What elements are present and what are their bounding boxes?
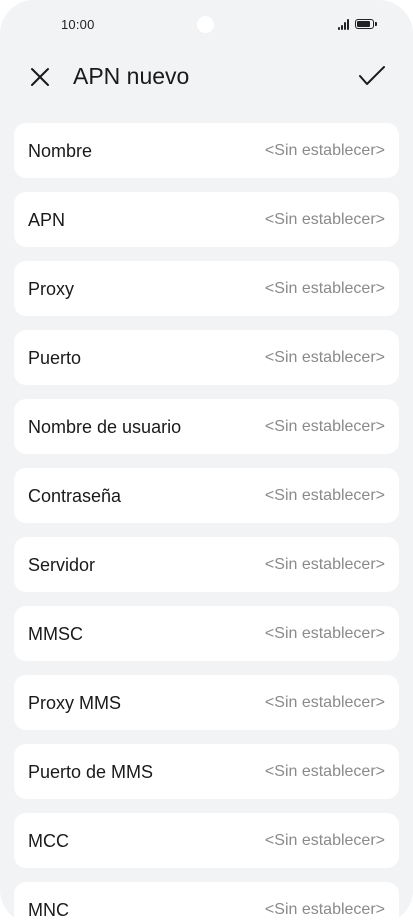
field-label: MMSC: [28, 624, 83, 644]
status-time: 10:00: [61, 17, 95, 32]
field-value: <Sin establecer>: [264, 487, 385, 504]
apn-settings-list: Nombre <Sin establecer> APN <Sin estable…: [14, 123, 399, 924]
field-value: <Sin establecer>: [264, 763, 385, 780]
field-value: <Sin establecer>: [264, 211, 385, 228]
field-row-mnc[interactable]: MNC <Sin establecer>: [14, 882, 399, 924]
field-value: <Sin establecer>: [264, 349, 385, 366]
field-value: <Sin establecer>: [264, 142, 385, 159]
field-row-contrasena[interactable]: Contraseña <Sin establecer>: [14, 468, 399, 523]
field-row-puerto-de-mms[interactable]: Puerto de MMS <Sin establecer>: [14, 744, 399, 799]
field-value: <Sin establecer>: [264, 625, 385, 642]
field-value: <Sin establecer>: [264, 832, 385, 849]
field-label: MNC: [28, 900, 69, 920]
field-row-apn[interactable]: APN <Sin establecer>: [14, 192, 399, 247]
field-value: <Sin establecer>: [264, 694, 385, 711]
field-value: <Sin establecer>: [264, 418, 385, 435]
field-row-nombre[interactable]: Nombre <Sin establecer>: [14, 123, 399, 178]
field-label: MCC: [28, 831, 69, 851]
close-button[interactable]: [26, 64, 56, 92]
field-value: <Sin establecer>: [264, 556, 385, 573]
field-label: Nombre de usuario: [28, 417, 182, 437]
field-row-servidor[interactable]: Servidor <Sin establecer>: [14, 537, 399, 592]
close-icon: [31, 68, 49, 86]
phone-screen: 10:00 APN nuevo Nombre <Sin establecer>: [0, 0, 413, 924]
status-bar: 10:00: [0, 0, 413, 50]
field-label: Nombre: [28, 141, 93, 161]
field-row-nombre-de-usuario[interactable]: Nombre de usuario <Sin establecer>: [14, 399, 399, 454]
field-label: APN: [28, 210, 66, 230]
field-row-mmsc[interactable]: MMSC <Sin establecer>: [14, 606, 399, 661]
field-label: Servidor: [28, 555, 96, 575]
front-camera: [197, 16, 214, 33]
battery-icon: [355, 19, 377, 29]
field-label: Proxy MMS: [28, 693, 122, 713]
field-value: <Sin establecer>: [264, 280, 385, 297]
page-title: APN nuevo: [73, 63, 190, 89]
field-row-mcc[interactable]: MCC <Sin establecer>: [14, 813, 399, 868]
field-label: Puerto: [28, 348, 82, 368]
save-button[interactable]: [355, 62, 387, 92]
field-value: <Sin establecer>: [264, 901, 385, 918]
top-app-bar: APN nuevo: [0, 52, 413, 104]
signal-icon: [338, 19, 350, 30]
field-label: Proxy: [28, 279, 75, 299]
check-icon: [359, 66, 385, 85]
field-label: Contraseña: [28, 486, 122, 506]
field-row-proxy[interactable]: Proxy <Sin establecer>: [14, 261, 399, 316]
field-label: Puerto de MMS: [28, 762, 154, 782]
field-row-proxy-mms[interactable]: Proxy MMS <Sin establecer>: [14, 675, 399, 730]
field-row-puerto[interactable]: Puerto <Sin establecer>: [14, 330, 399, 385]
